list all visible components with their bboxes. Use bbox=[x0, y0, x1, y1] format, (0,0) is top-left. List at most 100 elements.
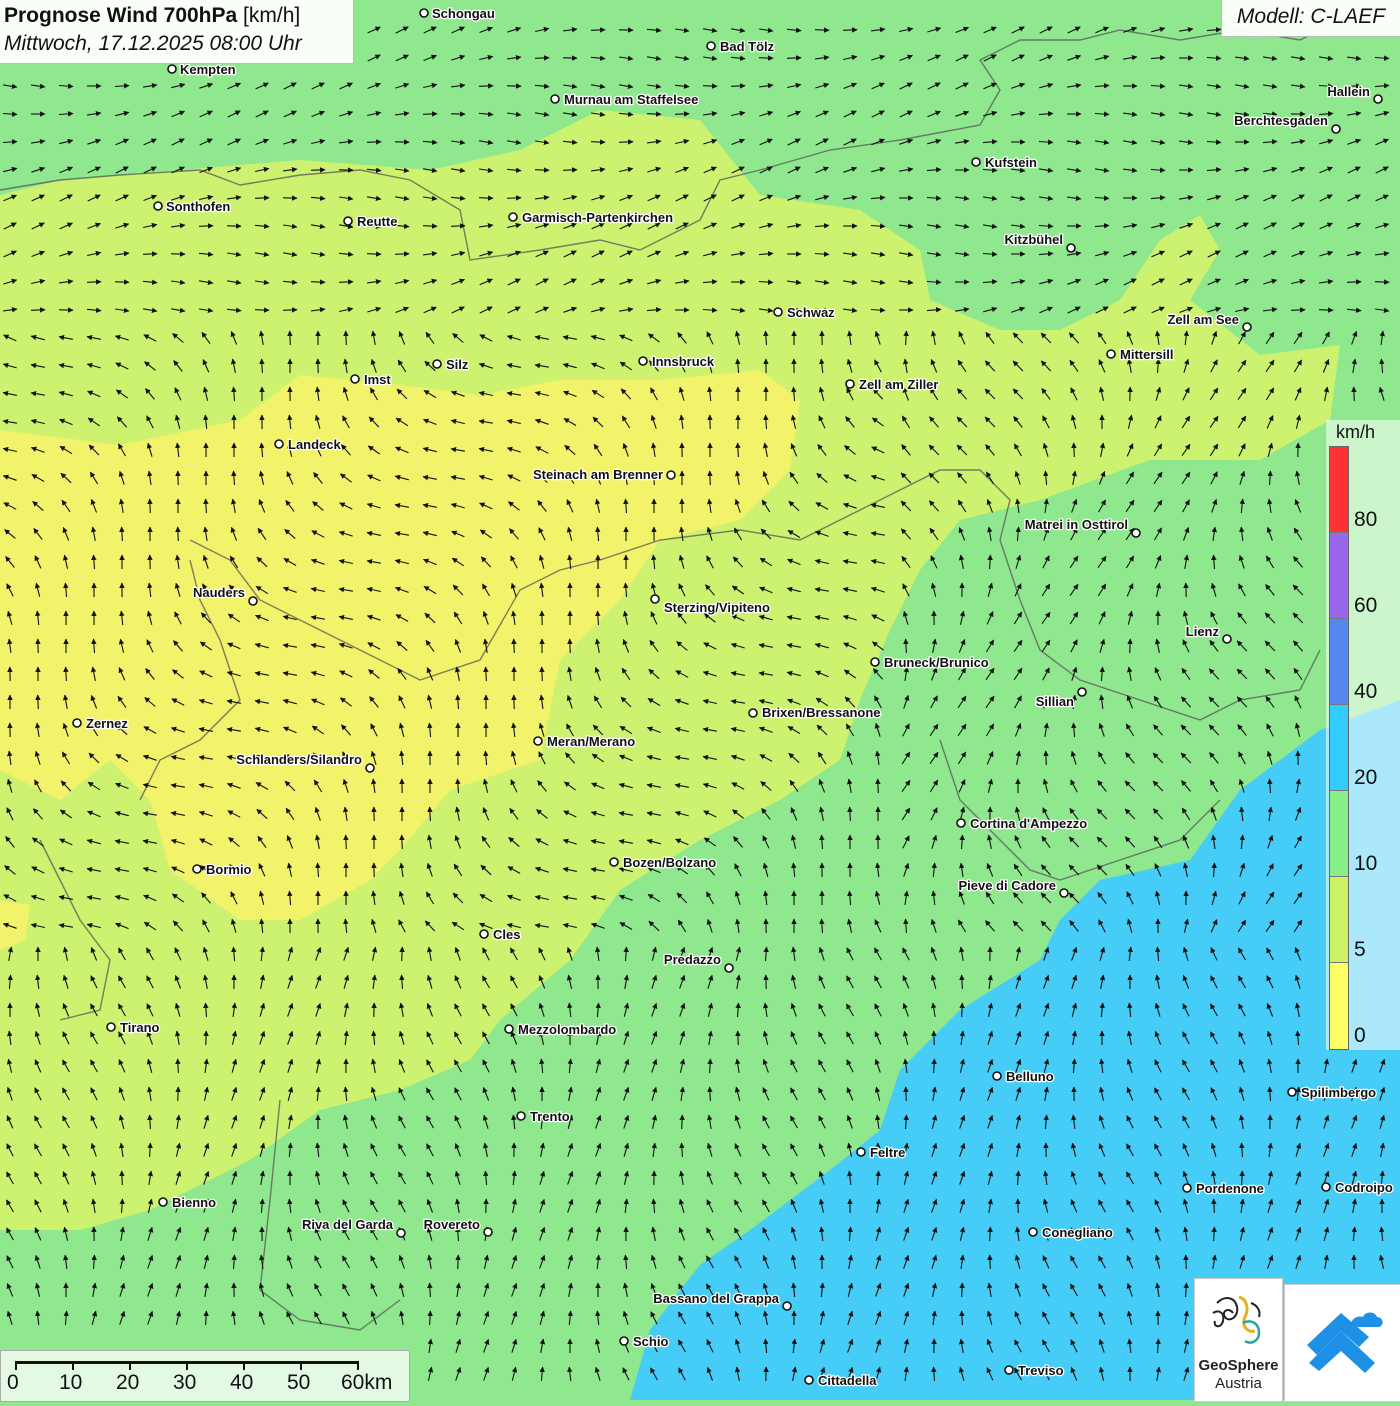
forecast-datetime: Mittwoch, 17.12.2025 08:00 Uhr bbox=[4, 30, 349, 58]
city-label: Kempten bbox=[180, 62, 236, 77]
city-label: Spilimbergo bbox=[1301, 1085, 1376, 1100]
city-label: Innsbruck bbox=[652, 354, 715, 369]
city-dot-icon bbox=[1183, 1184, 1191, 1192]
city-label: Sonthofen bbox=[166, 199, 230, 214]
city-label: Garmisch-Partenkirchen bbox=[522, 210, 673, 225]
legend-label-60: 60 bbox=[1354, 594, 1377, 618]
city-label: Hallein bbox=[1327, 84, 1370, 99]
city-label: Bormio bbox=[206, 862, 252, 877]
wind-arrow bbox=[675, 114, 689, 115]
city-dot-icon bbox=[667, 471, 675, 479]
wind-arrow bbox=[178, 527, 179, 541]
city-label: Cortina d'Ampezzo bbox=[970, 816, 1087, 831]
city-label: Brixen/Bressanone bbox=[762, 705, 881, 720]
city-mezzolombardo: Mezzolombardo bbox=[505, 1022, 616, 1037]
wind-arrow bbox=[1046, 751, 1047, 765]
city-label: Kitzbühel bbox=[1005, 232, 1064, 247]
wind-arrow bbox=[122, 1171, 123, 1185]
cloud-arrow-icon bbox=[1285, 1285, 1400, 1401]
city-label: Pieve di Cadore bbox=[958, 878, 1056, 893]
city-dot-icon bbox=[639, 357, 647, 365]
city-dot-icon bbox=[774, 308, 782, 316]
wind-arrow bbox=[479, 198, 493, 199]
city-label: Cles bbox=[493, 927, 520, 942]
legend-label-5: 5 bbox=[1354, 938, 1366, 962]
wind-arrow bbox=[423, 226, 437, 227]
wind-arrow bbox=[402, 835, 403, 849]
scale-tick bbox=[72, 1361, 74, 1370]
city-dot-icon bbox=[1288, 1088, 1296, 1096]
city-dot-icon bbox=[159, 1198, 167, 1206]
city-dot-icon bbox=[857, 1148, 865, 1156]
legend-swatch-red bbox=[1330, 447, 1348, 533]
city-dot-icon bbox=[749, 709, 757, 717]
city-label: Predazzo bbox=[664, 952, 721, 967]
city-dot-icon bbox=[505, 1025, 513, 1033]
city-meran-merano: Meran/Merano bbox=[534, 734, 635, 749]
wind-arrow bbox=[255, 198, 269, 199]
wind-arrow bbox=[311, 170, 325, 171]
city-label: Feltre bbox=[870, 1145, 905, 1160]
wind-arrow bbox=[458, 1255, 459, 1269]
geosphere-logo[interactable]: GeoSphere Austria bbox=[1194, 1278, 1283, 1402]
city-dot-icon bbox=[1005, 1366, 1013, 1374]
scale-label-60km: 60km bbox=[341, 1371, 392, 1395]
wind-arrow bbox=[619, 142, 633, 143]
city-label: Schio bbox=[633, 1334, 668, 1349]
city-label: Landeck bbox=[288, 437, 342, 452]
city-brixen-bressanone: Brixen/Bressanone bbox=[749, 705, 881, 720]
wind-arrow bbox=[1291, 310, 1305, 311]
legend-swatch-green bbox=[1330, 791, 1348, 877]
wind-arrow bbox=[787, 58, 801, 59]
city-dot-icon bbox=[725, 964, 733, 972]
legend-swatch-purple bbox=[1330, 533, 1348, 619]
wind-arrow bbox=[1347, 282, 1361, 283]
wind-arrow bbox=[591, 30, 605, 31]
wind-arrow bbox=[570, 639, 571, 653]
partner-logo[interactable] bbox=[1284, 1284, 1400, 1402]
city-dot-icon bbox=[154, 202, 162, 210]
wind-arrow bbox=[150, 499, 151, 513]
city-dot-icon bbox=[1132, 529, 1140, 537]
wind-arrow bbox=[962, 1283, 963, 1297]
logo-subtitle: Austria bbox=[1195, 1375, 1282, 1392]
city-dot-icon bbox=[993, 1072, 1001, 1080]
wind-arrow bbox=[255, 310, 269, 311]
scale-label-0: 0 bbox=[7, 1371, 19, 1395]
city-label: Zernez bbox=[86, 716, 128, 731]
city-label: Riva del Garda bbox=[302, 1217, 394, 1232]
city-pordenone: Pordenone bbox=[1183, 1181, 1264, 1196]
wind-arrow bbox=[710, 471, 711, 485]
city-dot-icon bbox=[517, 1112, 525, 1120]
wind-map: SchongauBad TölzKemptenMurnau am Staffel… bbox=[0, 0, 1400, 1400]
city-dot-icon bbox=[1223, 635, 1231, 643]
city-dot-icon bbox=[707, 42, 715, 50]
wind-arrow bbox=[815, 30, 829, 31]
wind-arrow bbox=[738, 1031, 739, 1045]
city-dot-icon bbox=[480, 930, 488, 938]
model-label: Modell: C-LAEF bbox=[1221, 0, 1400, 37]
map-title-unit: [km/h] bbox=[243, 4, 300, 27]
wind-arrow bbox=[703, 86, 717, 87]
city-label: Reutte bbox=[357, 214, 397, 229]
city-label: Schwaz bbox=[787, 305, 835, 320]
legend-unit: km/h bbox=[1336, 422, 1375, 443]
wind-arrow bbox=[143, 254, 157, 255]
wind-arrow bbox=[31, 310, 45, 311]
wind-arrow bbox=[1018, 1199, 1019, 1213]
city-label: Mittersill bbox=[1120, 347, 1173, 362]
city-label: Kufstein bbox=[985, 155, 1037, 170]
scale-tick bbox=[357, 1361, 359, 1370]
city-label: Codroipo bbox=[1335, 1180, 1393, 1195]
city-schongau: Schongau bbox=[420, 6, 495, 21]
city-dot-icon bbox=[509, 213, 517, 221]
city-label: Bozen/Bolzano bbox=[623, 855, 716, 870]
wind-arrow bbox=[647, 114, 661, 115]
geosphere-emblem-icon bbox=[1195, 1283, 1282, 1359]
city-dot-icon bbox=[433, 360, 441, 368]
city-garmisch-partenkirchen: Garmisch-Partenkirchen bbox=[509, 210, 673, 225]
city-dot-icon bbox=[484, 1228, 492, 1236]
city-label: Mezzolombardo bbox=[518, 1022, 616, 1037]
wind-arrow bbox=[87, 282, 101, 283]
scale-label-20: 20 bbox=[116, 1371, 139, 1395]
